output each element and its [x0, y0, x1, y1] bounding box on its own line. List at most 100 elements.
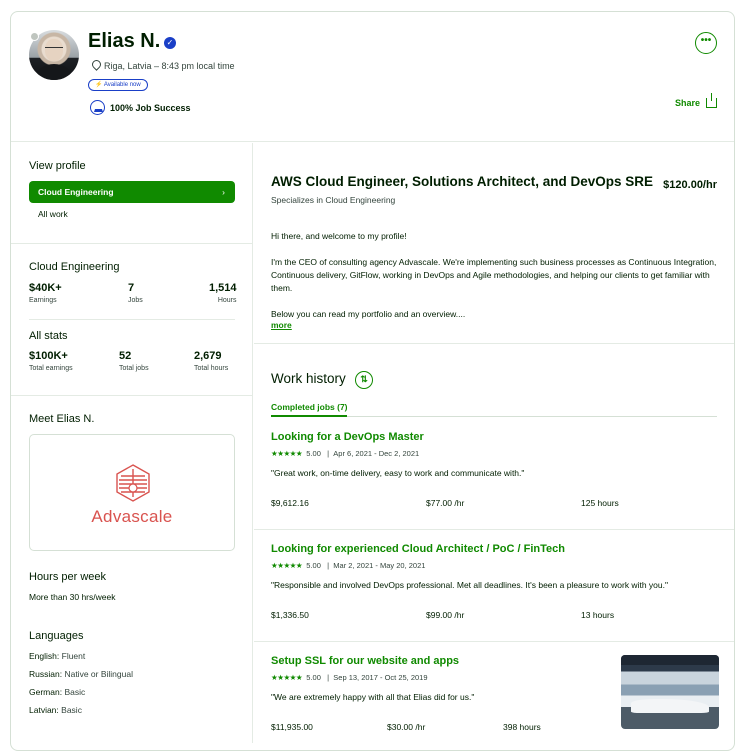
job-score: 5.00 — [306, 561, 321, 570]
job-earned: $9,612.16 — [271, 498, 309, 508]
star-rating-icon: ★★★★★ — [271, 673, 303, 682]
stat-label: Earnings — [29, 297, 57, 304]
language-item: Russian: Native or Bilingual — [29, 669, 133, 679]
cloud-earnings: $40K+ Earnings — [29, 282, 62, 304]
crown-icon — [90, 100, 105, 115]
job-success-label: 100% Job Success — [110, 102, 191, 113]
language-item: Latvian: Basic — [29, 705, 82, 715]
share-label: Share — [675, 98, 701, 108]
hourly-rate: $120.00/hr — [663, 179, 717, 191]
cloud-hours: 1,514 Hours — [209, 282, 237, 304]
language-name: English: — [29, 651, 60, 661]
job-feedback: "Responsible and involved DevOps profess… — [271, 580, 668, 590]
job-item: Looking for a DevOps Master ★★★★★ 5.00 |… — [271, 431, 717, 510]
more-options-button[interactable]: ••• — [695, 32, 717, 54]
view-profile-title: View profile — [29, 160, 86, 172]
total-jobs: 52 Total jobs — [119, 350, 149, 372]
stat-label: Total jobs — [119, 365, 149, 372]
job-score: 5.00 — [306, 449, 321, 458]
advascale-logo-icon — [116, 464, 150, 502]
tab-completed-jobs[interactable]: Completed jobs (7) — [271, 402, 348, 412]
profile-header: Elias N. ✓ Riga, Latvia – 8:43 pm local … — [11, 12, 734, 142]
more-link[interactable]: more — [271, 320, 292, 330]
job-rate: $77.00 /hr — [426, 498, 465, 508]
job-earned: $11,935.00 — [271, 722, 313, 732]
all-stats-title: All stats — [29, 330, 68, 342]
stat-label: Jobs — [128, 297, 143, 304]
job-title-link[interactable]: Looking for experienced Cloud Architect … — [271, 543, 717, 555]
job-stats: $9,612.16 $77.00 /hr 125 hours — [271, 498, 717, 510]
language-item: English: Fluent — [29, 651, 85, 661]
stat-label: Total earnings — [29, 365, 73, 372]
stat-value: 1,514 — [209, 282, 237, 294]
chevron-right-icon: › — [222, 187, 225, 197]
job-title-link[interactable]: Setup SSL for our website and apps — [271, 655, 611, 667]
location-pin-icon — [91, 60, 100, 71]
available-badge-label: Available now — [103, 82, 141, 88]
job-success: 100% Job Success — [90, 100, 191, 115]
all-work-link[interactable]: All work — [38, 209, 68, 219]
avatar-glasses — [45, 47, 63, 51]
total-hours: 2,679 Total hours — [194, 350, 228, 372]
overview-more-text: Below you can read my portfolio and an o… — [271, 309, 466, 319]
cloud-jobs: 7 Jobs — [128, 282, 143, 304]
stat-value: 52 — [119, 350, 132, 362]
divider — [254, 343, 734, 344]
job-rate: $99.00 /hr — [426, 610, 465, 620]
sort-icon[interactable]: ⇅ — [355, 371, 373, 389]
share-button[interactable]: Share — [675, 93, 718, 108]
divider — [254, 641, 734, 642]
profile-name: Elias N. — [88, 30, 161, 52]
location-line: Riga, Latvia – 8:43 pm local time — [91, 60, 235, 71]
job-rate: $30.00 /hr — [387, 722, 426, 732]
job-item: Looking for experienced Cloud Architect … — [271, 543, 717, 622]
sidebar: View profile Cloud Engineering › All wor… — [11, 143, 253, 743]
tab-active-indicator — [271, 415, 347, 417]
job-hours: 13 hours — [581, 610, 615, 620]
divider — [29, 319, 235, 320]
company-name: Advascale — [91, 507, 173, 526]
job-score: 5.00 — [306, 673, 321, 682]
main-content: AWS Cloud Engineer, Solutions Architect,… — [254, 143, 734, 743]
specializes-text: Specializes in Cloud Engineering — [271, 195, 396, 205]
job-title-link[interactable]: Looking for a DevOps Master — [271, 431, 717, 443]
language-level: Fluent — [61, 651, 86, 661]
job-meta: ★★★★★ 5.00 | Apr 6, 2021 - Dec 2, 2021 — [271, 449, 420, 458]
specialization-label: Cloud Engineering — [38, 187, 114, 197]
stat-value: $100K+ — [29, 350, 68, 362]
language-name: Russian: — [29, 669, 63, 679]
job-stats: $11,935.00 $30.00 /hr 398 hours — [271, 722, 611, 734]
stat-value: 7 — [128, 282, 135, 294]
divider — [11, 395, 253, 396]
overview-intro: Hi there, and welcome to my profile! — [271, 231, 407, 241]
overview-body: I'm the CEO of consulting agency Advasca… — [271, 257, 717, 293]
specialization-button[interactable]: Cloud Engineering › — [29, 181, 235, 203]
language-level: Native or Bilingual — [64, 669, 133, 679]
stat-value: $40K+ — [29, 282, 62, 294]
stat-value: 2,679 — [194, 350, 222, 362]
portfolio-thumbnail[interactable] — [621, 655, 719, 729]
star-rating-icon: ★★★★★ — [271, 449, 303, 458]
language-level: Basic — [64, 687, 86, 697]
stat-label: Hours — [217, 297, 237, 304]
language-name: Latvian: — [29, 705, 59, 715]
thumbnail-yacht-image — [631, 699, 709, 713]
divider — [254, 529, 734, 530]
hours-per-week-title: Hours per week — [29, 571, 107, 583]
language-item: German: Basic — [29, 687, 85, 697]
job-hours: 125 hours — [581, 498, 619, 508]
hours-per-week-value: More than 30 hrs/week — [29, 592, 116, 602]
job-meta: ★★★★★ 5.00 | Mar 2, 2021 - May 20, 2021 — [271, 561, 426, 570]
language-name: German: — [29, 687, 63, 697]
job-dates: Apr 6, 2021 - Dec 2, 2021 — [333, 449, 420, 458]
star-rating-icon: ★★★★★ — [271, 561, 303, 570]
total-earnings: $100K+ Total earnings — [29, 350, 73, 372]
job-stats: $1,336.50 $99.00 /hr 13 hours — [271, 610, 717, 622]
languages-title: Languages — [29, 630, 84, 642]
job-feedback: "We are extremely happy with all that El… — [271, 692, 475, 702]
job-dates: Mar 2, 2021 - May 20, 2021 — [333, 561, 426, 570]
available-badge[interactable]: ⚡ Available now — [88, 79, 148, 91]
language-level: Basic — [61, 705, 82, 715]
company-logo-box[interactable]: Advascale — [29, 434, 235, 551]
job-dates: Sep 13, 2017 - Oct 25, 2019 — [333, 673, 428, 682]
